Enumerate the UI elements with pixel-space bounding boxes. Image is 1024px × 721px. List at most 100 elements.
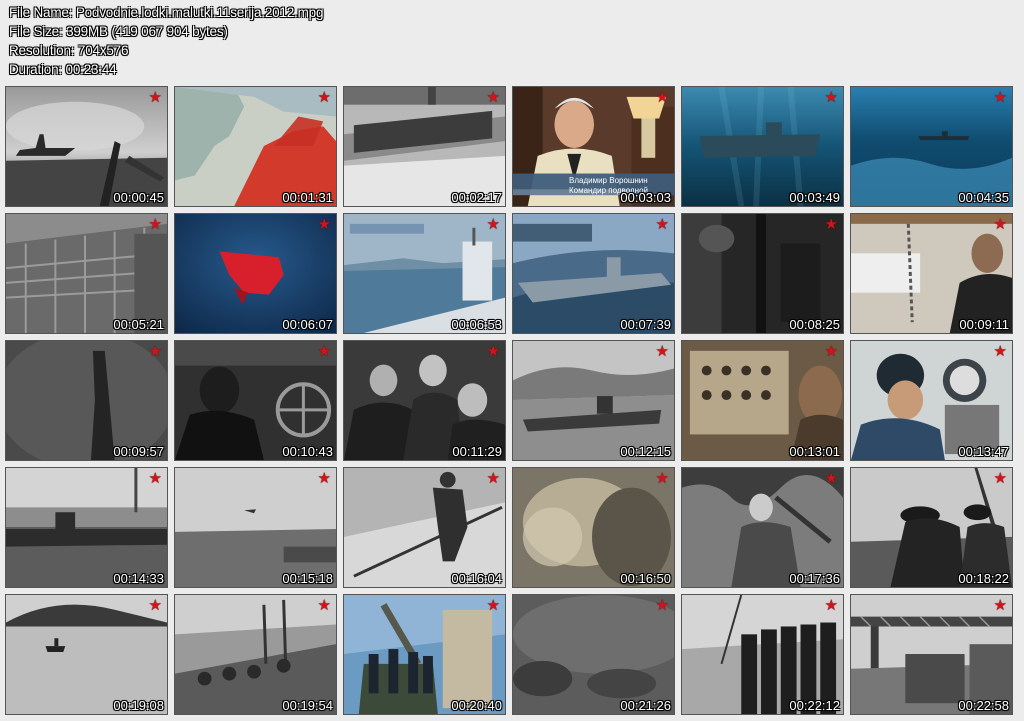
thumbnail-frame-image bbox=[175, 595, 336, 714]
thumbnail-timestamp: 00:08:25 bbox=[789, 317, 840, 332]
thumbnail-frame-image bbox=[851, 468, 1012, 587]
thumbnail-timestamp: 00:09:11 bbox=[959, 317, 1009, 332]
thumbnail-timestamp: 00:00:45 bbox=[113, 190, 164, 205]
thumbnail-frame-image bbox=[513, 595, 674, 714]
thumbnail-timestamp: 00:04:35 bbox=[958, 190, 1009, 205]
red-star-icon: ★ bbox=[993, 89, 1007, 106]
thumbnail-frame-image bbox=[682, 468, 843, 587]
thumbnail-timestamp: 00:20:40 bbox=[451, 698, 502, 713]
file-info-header: File Name: Podvodnie.lodki.malutki.11ser… bbox=[9, 3, 323, 79]
video-thumbnail[interactable]: ★ 00:16:04 bbox=[343, 467, 506, 588]
video-thumbnail[interactable]: ★ 00:09:11 bbox=[850, 213, 1013, 334]
thumbnail-frame-image bbox=[175, 87, 336, 206]
thumbnail-grid: ★ 00:00:45 ★ 00:01:31 ★ 00:02:17 Владимир В… bbox=[5, 86, 1013, 715]
video-thumbnail[interactable]: ★ 00:01:31 bbox=[174, 86, 337, 207]
thumbnail-frame-image bbox=[851, 87, 1012, 206]
video-thumbnail[interactable]: ★ 00:13:01 bbox=[681, 340, 844, 461]
video-thumbnail[interactable]: ★ 00:11:29 bbox=[343, 340, 506, 461]
video-thumbnail[interactable]: ★ 00:02:17 bbox=[343, 86, 506, 207]
red-star-icon: ★ bbox=[824, 343, 838, 360]
thumbnail-timestamp: 00:19:54 bbox=[282, 698, 333, 713]
thumbnail-frame-image bbox=[851, 595, 1012, 714]
duration-text: Duration: 00:23:44 bbox=[9, 62, 117, 77]
resolution-text: Resolution: 704x576 bbox=[9, 43, 129, 58]
thumbnail-frame-image bbox=[513, 341, 674, 460]
video-thumbnail[interactable]: ★ 00:07:39 bbox=[512, 213, 675, 334]
thumbnail-frame-image bbox=[344, 595, 505, 714]
thumbnail-frame-image bbox=[682, 214, 843, 333]
red-star-icon: ★ bbox=[317, 470, 331, 487]
thumbnail-timestamp: 00:07:39 bbox=[620, 317, 671, 332]
red-star-icon: ★ bbox=[824, 470, 838, 487]
video-thumbnail[interactable]: ★ 00:06:53 bbox=[343, 213, 506, 334]
video-thumbnail[interactable]: ★ 00:09:57 bbox=[5, 340, 168, 461]
red-star-icon: ★ bbox=[486, 216, 500, 233]
thumbnail-timestamp: 00:22:58 bbox=[958, 698, 1009, 713]
thumbnail-frame-image bbox=[6, 595, 167, 714]
video-thumbnail[interactable]: ★ 00:21:26 bbox=[512, 594, 675, 715]
red-star-icon: ★ bbox=[655, 89, 669, 106]
video-thumbnail[interactable]: ★ 00:13:47 bbox=[850, 340, 1013, 461]
thumbnail-timestamp: 00:21:26 bbox=[620, 698, 671, 713]
red-star-icon: ★ bbox=[655, 597, 669, 614]
red-star-icon: ★ bbox=[655, 470, 669, 487]
video-thumbnail[interactable]: ★ 00:00:45 bbox=[5, 86, 168, 207]
thumbnail-timestamp: 00:22:12 bbox=[789, 698, 840, 713]
red-star-icon: ★ bbox=[317, 343, 331, 360]
video-thumbnail[interactable]: ★ 00:20:40 bbox=[343, 594, 506, 715]
thumbnail-timestamp: 00:02:17 bbox=[451, 190, 502, 205]
thumbnail-timestamp: 00:16:04 bbox=[451, 571, 502, 586]
red-star-icon: ★ bbox=[486, 597, 500, 614]
thumbnail-frame-image bbox=[682, 595, 843, 714]
thumbnail-timestamp: 00:19:08 bbox=[113, 698, 164, 713]
video-thumbnail[interactable]: ★ 00:19:54 bbox=[174, 594, 337, 715]
thumbnail-timestamp: 00:13:01 bbox=[789, 444, 840, 459]
thumbnail-frame-image bbox=[851, 341, 1012, 460]
red-star-icon: ★ bbox=[824, 216, 838, 233]
red-star-icon: ★ bbox=[655, 216, 669, 233]
red-star-icon: ★ bbox=[824, 89, 838, 106]
red-star-icon: ★ bbox=[486, 89, 500, 106]
video-thumbnail[interactable]: ★ 00:10:43 bbox=[174, 340, 337, 461]
file-size-text: File Size: 399MB (419 067 904 bytes) bbox=[9, 24, 228, 39]
thumbnail-frame-image bbox=[6, 87, 167, 206]
red-star-icon: ★ bbox=[993, 216, 1007, 233]
thumbnail-timestamp: 00:18:22 bbox=[958, 571, 1009, 586]
red-star-icon: ★ bbox=[655, 343, 669, 360]
thumbnail-timestamp: 00:03:49 bbox=[789, 190, 840, 205]
video-thumbnail[interactable]: ★ 00:15:18 bbox=[174, 467, 337, 588]
video-thumbnail[interactable]: ★ 00:04:35 bbox=[850, 86, 1013, 207]
thumbnail-timestamp: 00:11:29 bbox=[452, 444, 502, 459]
thumbnail-frame-image bbox=[175, 468, 336, 587]
video-thumbnail[interactable]: ★ 00:19:08 bbox=[5, 594, 168, 715]
thumbnail-frame-image bbox=[6, 468, 167, 587]
thumbnail-caption: Владимир Ворошнин bbox=[569, 176, 648, 185]
video-thumbnail[interactable]: ★ 00:16:50 bbox=[512, 467, 675, 588]
thumbnail-frame-image bbox=[682, 87, 843, 206]
thumbnail-timestamp: 00:13:47 bbox=[958, 444, 1009, 459]
thumbnail-timestamp: 00:15:18 bbox=[282, 571, 333, 586]
thumbnail-timestamp: 00:14:33 bbox=[113, 571, 164, 586]
video-thumbnail[interactable]: ★ 00:18:22 bbox=[850, 467, 1013, 588]
video-thumbnail[interactable]: ★ 00:08:25 bbox=[681, 213, 844, 334]
red-star-icon: ★ bbox=[148, 89, 162, 106]
video-thumbnail[interactable]: ★ 00:22:58 bbox=[850, 594, 1013, 715]
red-star-icon: ★ bbox=[317, 216, 331, 233]
thumbnail-timestamp: 00:12:15 bbox=[620, 444, 671, 459]
video-thumbnail[interactable]: ★ 00:12:15 bbox=[512, 340, 675, 461]
video-thumbnail[interactable]: ★ 00:14:33 bbox=[5, 467, 168, 588]
video-thumbnail[interactable]: ★ 00:03:49 bbox=[681, 86, 844, 207]
red-star-icon: ★ bbox=[148, 470, 162, 487]
video-thumbnail[interactable]: ★ 00:22:12 bbox=[681, 594, 844, 715]
video-thumbnail[interactable]: ★ 00:17:36 bbox=[681, 467, 844, 588]
thumbnail-frame-image bbox=[682, 341, 843, 460]
thumbnail-timestamp: 00:01:31 bbox=[282, 190, 333, 205]
red-star-icon: ★ bbox=[317, 597, 331, 614]
video-thumbnail[interactable]: ★ 00:06:07 bbox=[174, 213, 337, 334]
video-thumbnail[interactable]: Владимир Ворошнин Командир подводной ★ 00:0… bbox=[512, 86, 675, 207]
red-star-icon: ★ bbox=[486, 343, 500, 360]
video-thumbnail[interactable]: ★ 00:05:21 bbox=[5, 213, 168, 334]
thumbnail-timestamp: 00:09:57 bbox=[113, 444, 164, 459]
thumbnail-frame-image bbox=[344, 214, 505, 333]
thumbnail-frame-image bbox=[344, 468, 505, 587]
